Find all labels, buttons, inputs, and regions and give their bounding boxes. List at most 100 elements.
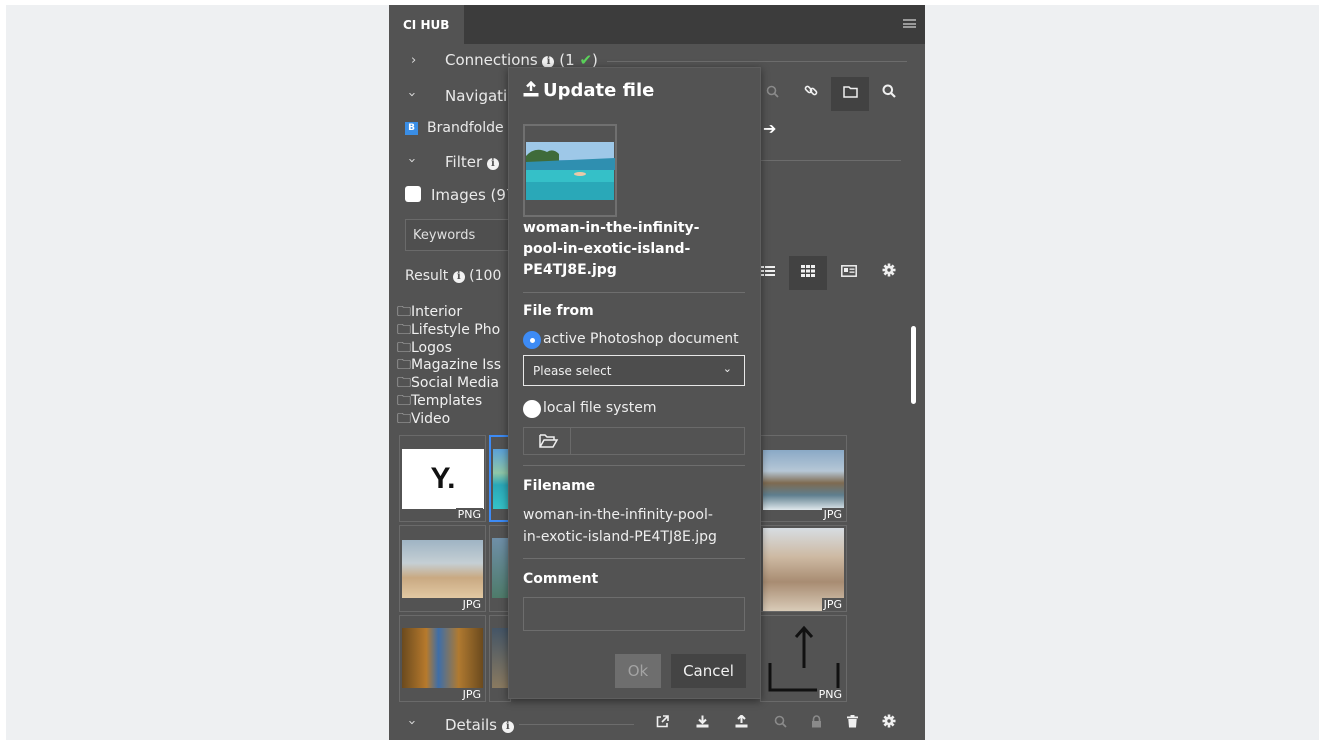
download-icon[interactable] — [683, 707, 721, 740]
settings-icon[interactable] — [870, 256, 908, 290]
filename-value: woman-in-the-infinity-pool- in-exotic-is… — [523, 507, 717, 545]
folder-icon[interactable] — [831, 77, 869, 111]
info-icon: i — [501, 721, 514, 733]
file-type-badge: JPG — [821, 508, 844, 521]
folder-item[interactable]: 🗀Magazine Iss — [397, 357, 501, 375]
divider — [761, 160, 901, 161]
file-preview-thumbnail — [523, 124, 617, 217]
browse-file-button[interactable] — [524, 428, 571, 454]
source-label[interactable]: Brandfolde — [427, 120, 504, 136]
dialog-title-text: Update file — [543, 80, 655, 101]
chevron-down-icon[interactable]: › — [404, 158, 419, 163]
dialog-title: Update file — [523, 80, 654, 102]
images-filter-checkbox[interactable] — [405, 186, 421, 202]
folder-outline-icon: 🗀 — [397, 392, 411, 409]
file-type-badge: JPG — [460, 688, 483, 701]
panel-tab-bar: CI HUB — [389, 5, 925, 44]
card-view-icon[interactable] — [830, 256, 868, 290]
info-icon: i — [452, 271, 465, 283]
update-file-dialog: Update file woman-in-the-infinity- pool-… — [508, 67, 761, 699]
details-bar: › Details i — [389, 707, 925, 740]
upload-icon — [523, 80, 539, 102]
filename-label: Filename — [523, 478, 596, 494]
folder-item[interactable]: 🗀Lifestyle Pho — [397, 322, 501, 340]
selected-file-name: woman-in-the-infinity- pool-in-exotic-is… — [523, 220, 700, 278]
folder-item[interactable]: 🗀Interior — [397, 304, 501, 322]
navigation-label[interactable]: Navigati — [445, 87, 507, 105]
folder-outline-icon: 🗀 — [397, 304, 411, 320]
folder-outline-icon: 🗀 — [397, 375, 411, 392]
logo-image: Y. — [402, 449, 484, 509]
folder-outline-icon: 🗀 — [397, 357, 411, 374]
asset-thumbnail[interactable]: JPG — [399, 525, 486, 612]
zoom-icon[interactable] — [761, 707, 799, 740]
upload-icon[interactable] — [722, 707, 760, 740]
result-label: Result — [405, 268, 449, 284]
cancel-button[interactable]: Cancel — [671, 654, 746, 688]
open-external-icon[interactable] — [643, 707, 681, 740]
file-type-badge: PNG — [455, 508, 483, 521]
settings-icon[interactable] — [870, 707, 908, 740]
tab-ci-hub[interactable]: CI HUB — [389, 5, 464, 44]
chevron-down-icon: ⌄ — [722, 362, 732, 375]
infinity-pool-photo — [525, 126, 615, 215]
local-file-picker — [523, 427, 745, 455]
divider — [523, 558, 745, 559]
lock-icon[interactable] — [797, 707, 835, 740]
file-type-badge: JPG — [821, 598, 844, 611]
photo-image — [763, 450, 844, 510]
photoshop-document-radio[interactable] — [523, 331, 541, 349]
folder-item[interactable]: 🗀Video — [397, 411, 501, 429]
photoshop-document-option-label[interactable]: active Photoshop document — [543, 329, 739, 350]
details-label: Details — [445, 716, 498, 734]
chevron-down-icon[interactable]: › — [404, 92, 419, 97]
file-type-badge: PNG — [816, 688, 844, 701]
filter-label: Filter — [445, 153, 483, 171]
asset-thumbnail[interactable]: JPG — [760, 525, 847, 612]
result-count: (100 — [469, 268, 502, 284]
local-file-system-option-label[interactable]: local file system — [543, 398, 656, 419]
folder-outline-icon: 🗀 — [397, 339, 411, 356]
local-file-system-radio[interactable] — [523, 400, 541, 418]
photoshop-document-select[interactable]: Please select ⌄ — [523, 355, 745, 386]
open-folder-icon — [539, 434, 559, 448]
divider — [523, 292, 745, 293]
folder-item[interactable]: 🗀Logos — [397, 340, 501, 358]
comment-input[interactable] — [523, 597, 745, 631]
chevron-right-icon[interactable]: › — [411, 53, 416, 68]
folder-list: 🗀Interior 🗀Lifestyle Pho 🗀Logos 🗀Magazin… — [397, 304, 501, 429]
comment-label: Comment — [523, 571, 599, 587]
select-value: Please select — [533, 364, 612, 378]
trash-icon[interactable] — [833, 707, 871, 740]
search-icon[interactable] — [870, 77, 908, 111]
divider — [607, 61, 907, 62]
ok-button[interactable]: Ok — [615, 654, 661, 688]
asset-thumbnail[interactable]: JPG — [760, 435, 847, 522]
file-type-badge: JPG — [460, 598, 483, 611]
folder-outline-icon: 🗀 — [397, 410, 411, 427]
divider — [523, 465, 745, 466]
folder-item[interactable]: 🗀Social Media — [397, 375, 501, 393]
divider — [519, 724, 634, 725]
filter-section[interactable]: Filter i — [445, 153, 499, 171]
result-section: Result i (100 — [405, 268, 501, 284]
arrow-right-icon[interactable]: ➔ — [763, 119, 776, 138]
asset-thumbnail[interactable]: JPG — [399, 615, 486, 702]
photo-image — [402, 540, 483, 598]
photo-image — [493, 449, 509, 509]
asset-thumbnail[interactable]: PNG — [760, 615, 847, 702]
file-from-label: File from — [523, 303, 594, 319]
scrollbar-thumb[interactable] — [911, 326, 916, 404]
grid-view-icon[interactable] — [789, 256, 827, 290]
images-filter-label: Images (97 — [431, 186, 516, 204]
panel-menu-icon[interactable] — [903, 19, 916, 28]
photo-image — [402, 628, 483, 688]
info-icon: i — [486, 158, 499, 170]
folder-item[interactable]: 🗀Templates — [397, 393, 501, 411]
chevron-down-icon[interactable]: › — [404, 720, 419, 725]
link-icon[interactable] — [792, 77, 830, 111]
brandfolder-logo-icon: B — [405, 122, 418, 135]
details-section[interactable]: Details i — [445, 716, 514, 734]
asset-thumbnail[interactable]: Y. PNG — [399, 435, 486, 522]
folder-outline-icon: 🗀 — [397, 321, 411, 338]
